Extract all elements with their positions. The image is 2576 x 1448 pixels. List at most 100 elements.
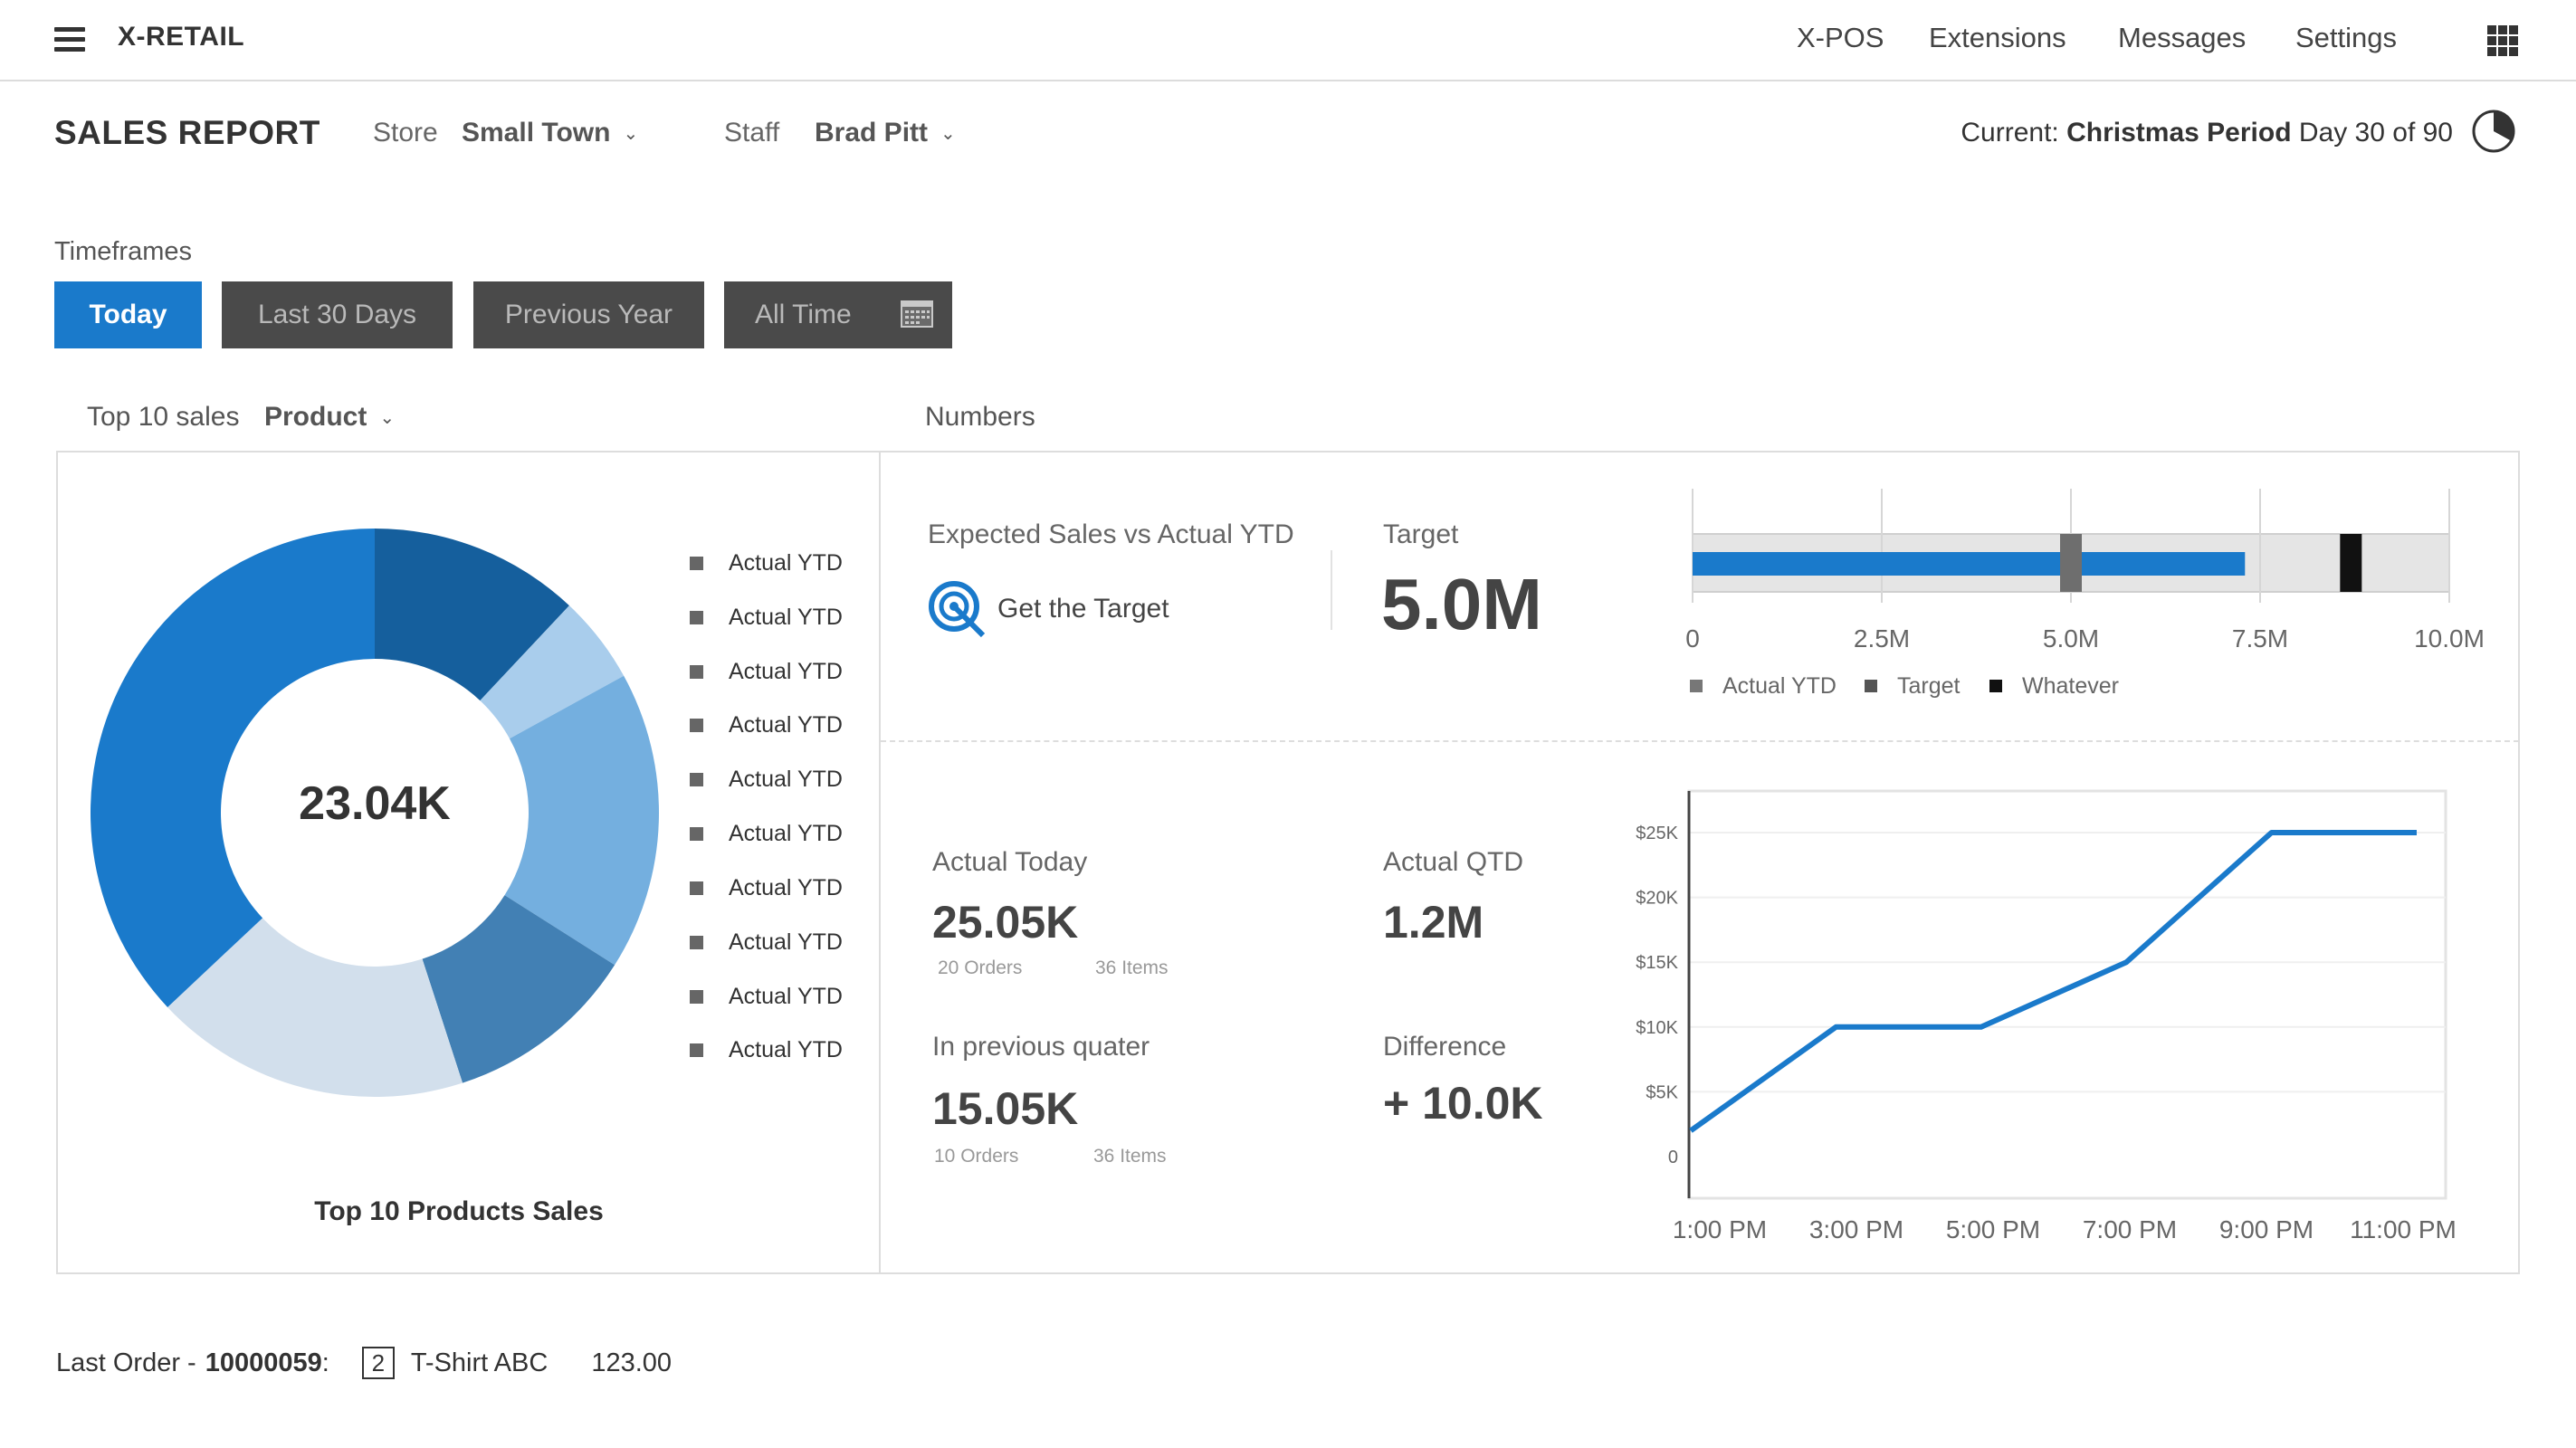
bullet-legend-label: Target bbox=[1897, 673, 1961, 699]
donut-legend-label: Actual YTD bbox=[729, 767, 843, 792]
donut-legend-item: Actual YTD bbox=[690, 984, 843, 1010]
bullet-whatever-marker bbox=[2340, 534, 2362, 592]
legend-square-icon bbox=[690, 827, 703, 841]
line-x-tick-label: 7:00 PM bbox=[2083, 1215, 2177, 1243]
legend-square-icon bbox=[690, 719, 703, 732]
line-y-tick-label: $15K bbox=[1636, 953, 1678, 973]
hamburger-menu-icon[interactable] bbox=[54, 27, 85, 52]
donut-legend-label: Actual YTD bbox=[729, 605, 843, 630]
line-x-tick-label: 9:00 PM bbox=[2219, 1215, 2314, 1243]
legend-square-icon bbox=[690, 881, 703, 895]
chevron-down-icon: ⌄ bbox=[940, 123, 956, 144]
timeframe-previous-year-button[interactable]: Previous Year bbox=[473, 281, 704, 348]
bullet-actual-bar bbox=[1693, 552, 2246, 576]
last-order-qty: 2 bbox=[361, 1347, 395, 1379]
target-bullet-chart: 0 2.5M 5.0M 7.5M 10.0M Actual YTD Target Whatev… bbox=[1685, 489, 2485, 699]
current-period-name: Christmas Period bbox=[2066, 118, 2292, 148]
current-prefix: Current: bbox=[1961, 118, 2059, 148]
legend-square-icon bbox=[690, 990, 703, 1004]
prev-quarter-orders: 10 Orders bbox=[934, 1146, 1019, 1167]
top-sales-label: Top 10 sales bbox=[87, 402, 240, 432]
legend-square-icon bbox=[690, 936, 703, 949]
donut-legend-label: Actual YTD bbox=[729, 984, 843, 1009]
actual-today-items: 36 Items bbox=[1095, 957, 1169, 978]
bullet-legend-label: Actual YTD bbox=[1722, 673, 1837, 699]
donut-legend-item: Actual YTD bbox=[690, 605, 843, 631]
actual-today-label: Actual Today bbox=[932, 847, 1088, 877]
line-y-tick-label: $10K bbox=[1636, 1018, 1678, 1038]
calendar-icon bbox=[901, 300, 933, 328]
staff-select[interactable]: Brad Pitt ⌄ bbox=[815, 118, 956, 148]
difference-value: + 10.0K bbox=[1383, 1078, 1543, 1129]
bullet-legend-square-icon bbox=[1865, 680, 1877, 692]
nav-x-pos[interactable]: X-POS bbox=[1797, 22, 1884, 54]
staff-label: Staff bbox=[724, 118, 780, 148]
line-x-tick-label: 5:00 PM bbox=[1946, 1215, 2040, 1243]
donut-slice bbox=[90, 529, 375, 1007]
brand-logo[interactable]: X-RETAIL bbox=[118, 22, 244, 52]
bullet-tick-label: 10.0M bbox=[2414, 624, 2485, 653]
line-x-tick-label: 3:00 PM bbox=[1809, 1215, 1903, 1243]
chevron-down-icon: ⌄ bbox=[623, 123, 639, 144]
donut-legend-item: Actual YTD bbox=[690, 659, 843, 685]
last-order-id[interactable]: 10000059 bbox=[205, 1348, 322, 1378]
donut-legend-item: Actual YTD bbox=[690, 767, 843, 793]
legend-square-icon bbox=[690, 773, 703, 786]
timeframe-all-time-button[interactable]: All Time bbox=[724, 281, 952, 348]
bullet-tick-label: 7.5M bbox=[2232, 624, 2288, 653]
legend-square-icon bbox=[690, 1043, 703, 1057]
current-day: Day 30 of 90 bbox=[2298, 118, 2453, 148]
numbers-divider bbox=[881, 740, 2519, 742]
bullet-legend-square-icon bbox=[1690, 680, 1703, 692]
donut-legend-label: Actual YTD bbox=[729, 929, 843, 955]
line-x-tick-label: 11:00 PM bbox=[2350, 1215, 2457, 1243]
legend-square-icon bbox=[690, 557, 703, 570]
last-order-item: T-Shirt ABC bbox=[410, 1348, 549, 1377]
apps-grid-icon[interactable] bbox=[2487, 25, 2518, 56]
donut-legend-label: Actual YTD bbox=[729, 659, 843, 684]
chevron-down-icon: ⌄ bbox=[379, 407, 396, 428]
last-order-amount: 123.00 bbox=[591, 1348, 673, 1377]
prev-quarter-value: 15.05K bbox=[932, 1083, 1079, 1134]
period-progress-icon bbox=[2472, 110, 2515, 153]
actual-today-value: 25.05K bbox=[932, 897, 1079, 948]
nav-settings[interactable]: Settings bbox=[2295, 22, 2397, 54]
nav-messages[interactable]: Messages bbox=[2118, 22, 2246, 54]
nav-extensions[interactable]: Extensions bbox=[1929, 22, 2066, 54]
get-target-label: Get the Target bbox=[997, 594, 1169, 624]
store-select[interactable]: Small Town ⌄ bbox=[462, 118, 638, 148]
numbers-label: Numbers bbox=[925, 402, 1035, 432]
donut-legend-item: Actual YTD bbox=[690, 929, 843, 956]
donut-legend-label: Actual YTD bbox=[729, 1037, 843, 1062]
staff-value: Brad Pitt bbox=[815, 118, 929, 148]
timeframe-today-button[interactable]: Today bbox=[54, 281, 202, 348]
donut-legend-item: Actual YTD bbox=[690, 550, 843, 576]
target-value: 5.0M bbox=[1381, 564, 1542, 644]
donut-legend-item: Actual YTD bbox=[690, 1037, 843, 1063]
donut-legend-item: Actual YTD bbox=[690, 712, 843, 738]
store-label: Store bbox=[373, 118, 438, 148]
target-icon bbox=[929, 581, 986, 638]
prev-quarter-items: 36 Items bbox=[1093, 1146, 1167, 1167]
panel-divider bbox=[879, 451, 881, 1274]
last-order-prefix: Last Order - bbox=[56, 1348, 196, 1377]
donut-legend-item: Actual YTD bbox=[690, 875, 843, 901]
legend-square-icon bbox=[690, 665, 703, 679]
timeframe-last-30-days-button[interactable]: Last 30 Days bbox=[222, 281, 453, 348]
top-sales-dimension-select[interactable]: Product ⌄ bbox=[264, 402, 395, 433]
donut-legend-label: Actual YTD bbox=[729, 550, 843, 576]
bullet-tick-label: 0 bbox=[1685, 624, 1700, 653]
donut-legend-item: Actual YTD bbox=[690, 821, 843, 847]
all-time-label: All Time bbox=[755, 300, 852, 329]
donut-legend-label: Actual YTD bbox=[729, 821, 843, 846]
donut-legend-label: Actual YTD bbox=[729, 875, 843, 900]
line-y-tick-label: $20K bbox=[1636, 889, 1678, 909]
get-target-link[interactable]: Get the Target bbox=[929, 579, 1169, 639]
line-y-tick-label: $5K bbox=[1646, 1082, 1678, 1102]
bullet-tick-label: 2.5M bbox=[1854, 624, 1910, 653]
bullet-legend-square-icon bbox=[1989, 680, 2002, 692]
line-x-tick-label: 1:00 PM bbox=[1673, 1215, 1767, 1243]
bullet-legend-label: Whatever bbox=[2022, 673, 2119, 699]
donut-center-value: 23.04K bbox=[299, 777, 451, 830]
bullet-tick-label: 5.0M bbox=[2043, 624, 2099, 653]
